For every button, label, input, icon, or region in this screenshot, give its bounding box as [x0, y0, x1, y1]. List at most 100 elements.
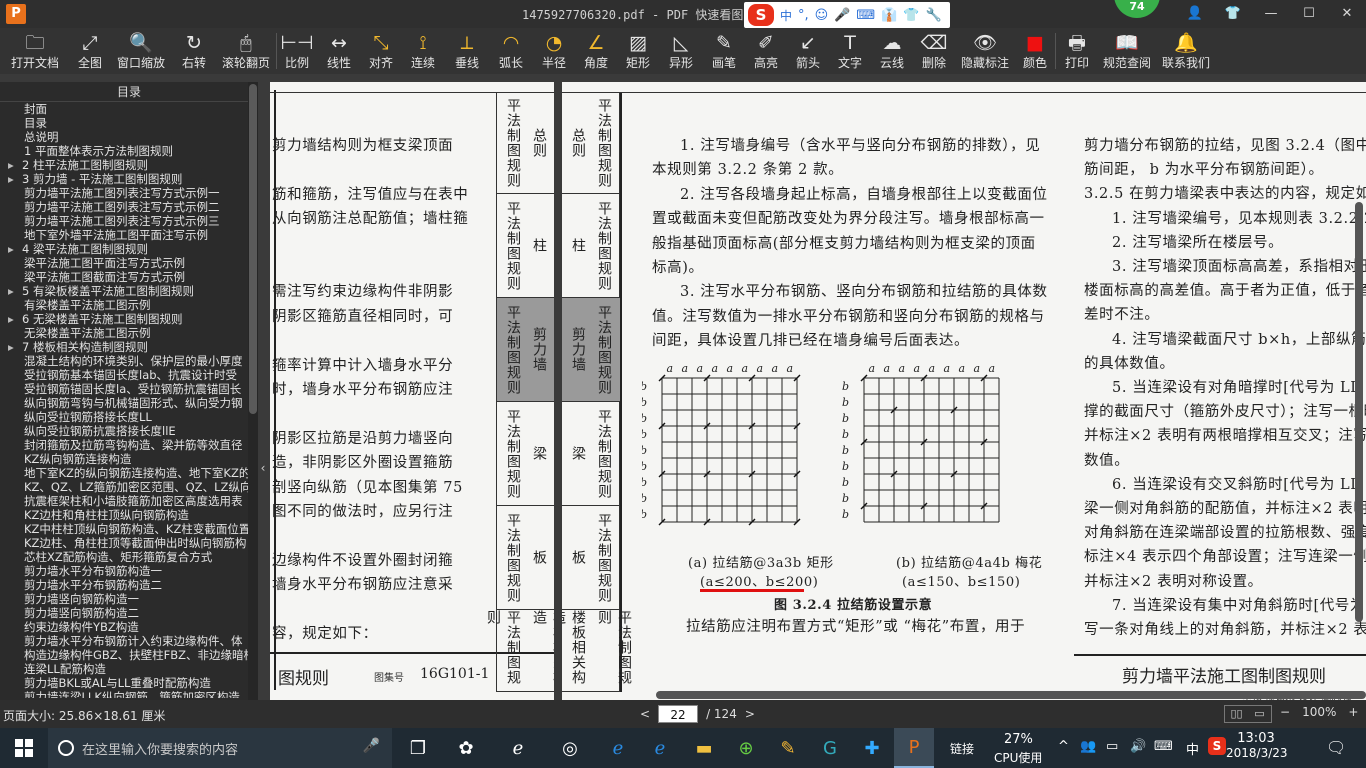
360-browser-icon[interactable]: ◎	[550, 728, 590, 768]
close-icon[interactable]: ✕	[1328, 0, 1366, 28]
expand-arrow-icon[interactable]: ▸	[8, 242, 22, 256]
ime-punct-icon[interactable]: °,	[798, 8, 809, 23]
clock[interactable]: 13:03 2018/3/23	[1226, 731, 1288, 760]
toolbar-perpendicular-button[interactable]: ⟂ 垂线	[445, 28, 489, 74]
toolbar-arrow-button[interactable]: ↙ 箭头	[787, 28, 829, 74]
toolbar-eraser-button[interactable]: ⌫ 删除	[913, 28, 955, 74]
ie-browser-icon[interactable]: ℯ	[498, 728, 538, 768]
page-number-input[interactable]: 22	[658, 705, 699, 723]
expand-arrow-icon[interactable]: ▸	[8, 172, 22, 186]
green-app-icon[interactable]: ⊕	[726, 728, 766, 768]
section-tab-2[interactable]: 柱平法制图规则	[562, 194, 620, 298]
toc-item[interactable]: 剪力墙平法施工图列表注写方式示例一	[0, 186, 248, 200]
notes-app-icon[interactable]: ✎	[768, 728, 808, 768]
doc-h-scrollbar[interactable]	[656, 691, 1366, 699]
maximize-icon[interactable]: ☐	[1290, 0, 1328, 28]
toc-item[interactable]: 受拉钢筋基本锚固长度lab、抗震设计时受	[0, 368, 248, 382]
toc-item[interactable]: 剪力墙水平分布钢筋构造二	[0, 578, 248, 592]
toolbar-scale-button[interactable]: ⊢⊣ 比例	[277, 28, 317, 74]
toc-item[interactable]: 纵向受拉钢筋搭接长度LL	[0, 410, 248, 424]
pdf-viewer-taskbar-icon[interactable]: P	[894, 728, 934, 768]
taskbar-search[interactable]: 在这里输入你要搜索的内容 🎤	[48, 728, 392, 768]
link-label[interactable]: 链接	[950, 740, 974, 757]
prev-page-button[interactable]: <	[640, 707, 650, 721]
section-tab-3[interactable]: 平法制图规则 剪力墙	[497, 298, 554, 402]
toc-item[interactable]: 无梁楼盖平法施工图示例	[0, 326, 248, 340]
toc-item[interactable]: 剪力墙水平分布钢筋计入约束边缘构件、体	[0, 634, 248, 648]
expand-arrow-icon[interactable]: ▸	[8, 284, 22, 298]
search-placeholder[interactable]: 在这里输入你要搜索的内容	[82, 739, 238, 758]
sogou-tray-icon[interactable]: S	[1208, 737, 1226, 755]
toc-item[interactable]: ▸ 7 楼板相关构造制图规则	[0, 340, 248, 354]
ime-skin-icon[interactable]: 👔	[881, 8, 897, 23]
start-button[interactable]	[0, 728, 48, 768]
keyboard-icon[interactable]: ⌨	[1154, 739, 1173, 754]
toc-item[interactable]: 梁平法施工图截面注写方式示例	[0, 270, 248, 284]
section-tab-2[interactable]: 平法制图规则柱	[497, 194, 554, 298]
toc-item[interactable]: 剪力墙平法施工图列表注写方式示例三	[0, 214, 248, 228]
toolbar-mouse-wheel-button[interactable]: 🖱 滚轮翻页	[216, 28, 276, 74]
toolbar-cloud-line-button[interactable]: ☁ 云线	[871, 28, 913, 74]
toolbar-pen-button[interactable]: ✎ 画笔	[703, 28, 745, 74]
toc-item[interactable]: ▸ 2 柱平法施工图制图规则	[0, 158, 248, 172]
ime-shirt-icon[interactable]: 👕	[903, 8, 919, 23]
ime-emoji-icon[interactable]: ☺	[815, 8, 829, 23]
section-tab-6[interactable]: 楼板相关构造平法制图规则	[562, 610, 632, 692]
toc-item[interactable]: KZ、QZ、LZ箍筋加密区范围、QZ、LZ纵向钢	[0, 480, 248, 494]
toolbar-color-button[interactable]: ■ 颜色	[1015, 28, 1055, 74]
section-tab-6[interactable]: 平法制图规则楼板相关构造	[485, 610, 554, 692]
section-tab-4[interactable]: 梁平法制图规则	[562, 402, 620, 506]
expand-arrow-icon[interactable]: ▸	[8, 340, 22, 354]
section-tab-3[interactable]: 剪力墙 平法制图规则	[562, 298, 620, 402]
toc-item[interactable]: 梁平法施工图平面注写方式示例	[0, 256, 248, 270]
toc-item[interactable]: KZ纵向钢筋连接构造	[0, 452, 248, 466]
doc-v-scrollbar[interactable]	[1355, 202, 1363, 622]
toolbar-rectangle-button[interactable]: ▨ 矩形	[617, 28, 659, 74]
toc-item[interactable]: 剪力墙竖向钢筋构造一	[0, 592, 248, 606]
volume-icon[interactable]: 🔊	[1130, 739, 1146, 754]
notification-center-icon[interactable]: 🗨	[1326, 738, 1346, 757]
toc-item[interactable]: 有梁楼盖平法施工图示例	[0, 298, 248, 312]
single-page-view-icon[interactable]: ▯▯	[1225, 706, 1248, 722]
section-tab-5[interactable]: 板平法制图规则	[562, 506, 620, 610]
zoom-out-button[interactable]: −	[1280, 705, 1290, 719]
section-tab-5[interactable]: 平法制图规则板	[497, 506, 554, 610]
toc-item[interactable]: KZ边柱、角柱柱顶等截面伸出时纵向钢筋构	[0, 536, 248, 550]
toc-item[interactable]: 目录	[0, 116, 248, 130]
toolbar-highlight-button[interactable]: ✐ 高亮	[745, 28, 787, 74]
toc-item[interactable]: 纵向钢筋弯钩与机械锚固形式、纵向受力钢	[0, 396, 248, 410]
toc-item[interactable]: ▸ 3 剪力墙 - 平法施工图制图规则	[0, 172, 248, 186]
internet-explorer-icon[interactable]: ℯ	[640, 728, 680, 768]
document-view[interactable]: ‹ 剪力墙结构则为框支梁顶面 筋和箍筋，注写值应与在表中 从向钢筋注总配筋值；墙柱箍…	[258, 82, 1366, 700]
toolbar-rotate-right-button[interactable]: ↻ 右转	[172, 28, 216, 74]
ime-keyboard-icon[interactable]: ⌨	[856, 8, 875, 23]
toc-item[interactable]: 剪力墙水平分布钢筋构造一	[0, 564, 248, 578]
zoom-level[interactable]: 100%	[1302, 705, 1336, 719]
user-icon[interactable]: 👤	[1176, 0, 1214, 28]
file-explorer-icon[interactable]: ▬	[684, 728, 724, 768]
toc-item[interactable]: ▸ 6 无梁楼盖平法施工图制图规则	[0, 312, 248, 326]
toolbar-text-button[interactable]: T 文字	[829, 28, 871, 74]
double-page-view-icon[interactable]: ▭	[1248, 706, 1271, 722]
sogou-logo-icon[interactable]: S	[748, 4, 774, 26]
toc-item[interactable]: 混凝土结构的环境类别、保护层的最小厚度	[0, 354, 248, 368]
toolbar-angle-button[interactable]: ∠ 角度	[575, 28, 617, 74]
toc-item[interactable]: ▸ 4 梁平法施工图制图规则	[0, 242, 248, 256]
toolbar-linear-button[interactable]: ↔ 线性	[317, 28, 361, 74]
toolbar-align-button[interactable]: ⤡ 对齐	[361, 28, 401, 74]
toolbar-arc-length-button[interactable]: ◠ 弧长	[489, 28, 533, 74]
view-mode-toggle[interactable]: ▯▯ ▭	[1224, 705, 1272, 723]
toolbar-fit-page-button[interactable]: ⤢ 全图	[70, 28, 110, 74]
minimize-icon[interactable]: —	[1252, 0, 1290, 28]
toolbar-irregular-button[interactable]: ◺ 异形	[659, 28, 703, 74]
toc-scrollbar-thumb[interactable]	[249, 84, 257, 414]
toolbar-print-button[interactable]: 🖶 打印	[1056, 28, 1098, 74]
expand-arrow-icon[interactable]: ▸	[8, 312, 22, 326]
toolbar-zoom-window-button[interactable]: 🔍 窗口缩放	[110, 28, 172, 74]
microphone-icon[interactable]: 🎤	[363, 738, 380, 754]
speed-ball-badge[interactable]: 74	[1114, 0, 1160, 18]
people-icon[interactable]: 👥	[1080, 739, 1096, 754]
toc-item[interactable]: 受拉钢筋锚固长度la、受拉钢筋抗震锚固长	[0, 382, 248, 396]
toc-item[interactable]: 地下室KZ的纵向钢筋连接构造、地下室KZ的	[0, 466, 248, 480]
blue-plus-app-icon[interactable]: ✚	[852, 728, 892, 768]
